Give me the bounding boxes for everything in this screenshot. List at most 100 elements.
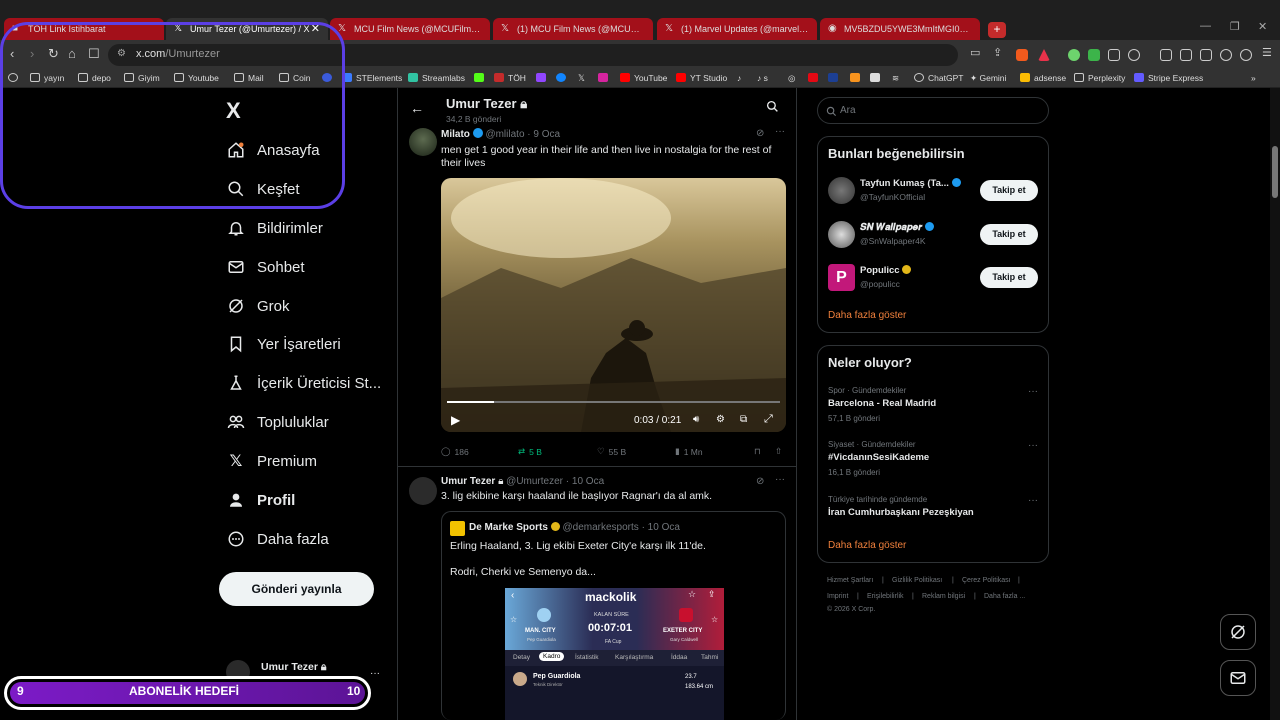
post-button[interactable]: Gönderi yayınla bbox=[219, 572, 374, 606]
bookmark-yt-studio[interactable]: YT Studio bbox=[676, 73, 727, 83]
bookmark-stelements[interactable]: STElements bbox=[342, 73, 402, 83]
sidebar-item-grok[interactable]: Grok bbox=[227, 291, 290, 321]
views-button[interactable]: ▮ 1 Mn bbox=[675, 446, 703, 457]
bookmark-disney[interactable] bbox=[828, 73, 842, 83]
messages-button[interactable] bbox=[1220, 660, 1256, 696]
sidebar-item-messages[interactable]: Sohbet bbox=[227, 252, 305, 282]
avatar[interactable] bbox=[828, 221, 855, 248]
avatar[interactable] bbox=[409, 477, 437, 505]
bookmark-youtube[interactable]: YouTube bbox=[620, 73, 667, 83]
bookmark-streamlabs[interactable]: Streamlabs bbox=[408, 73, 465, 83]
more-icon[interactable]: ··· bbox=[1028, 495, 1038, 506]
follow-button[interactable]: Takip et bbox=[980, 224, 1038, 245]
brave-shield-icon[interactable] bbox=[1016, 49, 1028, 61]
share-icon[interactable]: ⇧ bbox=[775, 446, 782, 457]
trend-item[interactable]: İran Cumhurbaşkanı Pezeşkiyan bbox=[828, 507, 974, 518]
bookmark-stripe[interactable]: Stripe Express bbox=[1134, 73, 1203, 83]
trend-item[interactable]: #VicdanınSesiKademe bbox=[828, 452, 929, 463]
show-more-link[interactable]: Daha fazla göster bbox=[828, 310, 906, 321]
bookmark-tiktok-2[interactable]: ♪ s bbox=[757, 73, 768, 83]
grok-icon[interactable]: ⊘ bbox=[756, 128, 764, 139]
bookmark-twitch[interactable] bbox=[536, 73, 550, 83]
settings-icon[interactable]: ⚙ bbox=[716, 414, 725, 425]
volume-icon[interactable]: 🔊︎ bbox=[693, 414, 699, 425]
avatar[interactable] bbox=[828, 177, 855, 204]
tweet-author[interactable]: Umur Tezer 🔒︎ @Umurtezer · 10 Oca bbox=[441, 476, 604, 487]
play-icon[interactable]: ▶ bbox=[451, 413, 460, 427]
more-icon[interactable]: ··· bbox=[775, 474, 785, 485]
new-tab-button[interactable]: + bbox=[988, 22, 1006, 38]
bookmark-kick[interactable] bbox=[474, 73, 488, 83]
more-icon[interactable]: ··· bbox=[1028, 440, 1038, 451]
sidebar-item-notifications[interactable]: Bildirimler bbox=[227, 213, 323, 243]
leo-icon[interactable] bbox=[1220, 49, 1232, 61]
page-scrollbar[interactable] bbox=[1270, 88, 1280, 720]
bookmark-adsense[interactable]: adsense bbox=[1020, 73, 1066, 83]
suggestion-name[interactable]: Populicc bbox=[860, 265, 912, 276]
trend-item[interactable]: Barcelona - Real Madrid bbox=[828, 398, 936, 409]
search-input[interactable]: Ara bbox=[817, 97, 1049, 124]
bookmark-gemini[interactable]: ✦ Gemini bbox=[970, 73, 1006, 84]
minimize-icon[interactable]: — bbox=[1200, 20, 1211, 32]
sidebar-item-communities[interactable]: Topluluklar bbox=[227, 407, 329, 437]
tab-marvel[interactable]: 𝕏 (1) Marvel Updates (@marvel_updat bbox=[657, 18, 817, 40]
pip-icon[interactable]: ⧉ bbox=[740, 414, 747, 425]
sidebar-item-creator-studio[interactable]: İçerik Üreticisi St... bbox=[227, 368, 381, 398]
bookmark-chatgpt[interactable]: ChatGPT bbox=[914, 73, 963, 83]
sidebar-item-premium[interactable]: 𝕏 Premium bbox=[227, 446, 317, 476]
suggestion-name[interactable]: Tayfun Kumaş (Ta... bbox=[860, 178, 961, 189]
extension-icon[interactable] bbox=[1128, 49, 1140, 61]
wallet-icon[interactable] bbox=[1200, 49, 1212, 61]
close-window-icon[interactable]: ✕ bbox=[1258, 20, 1267, 33]
back-arrow-icon[interactable]: ← bbox=[410, 100, 424, 116]
vpn-icon[interactable] bbox=[1240, 49, 1252, 61]
extension-icon[interactable] bbox=[1108, 49, 1120, 61]
music-icon[interactable] bbox=[1160, 49, 1172, 61]
avatar[interactable] bbox=[409, 128, 437, 156]
cast-icon[interactable]: ▭ bbox=[970, 46, 980, 59]
brave-rewards-icon[interactable] bbox=[1038, 49, 1050, 61]
bookmark-perplexity[interactable]: Perplexity bbox=[1074, 73, 1125, 83]
quoted-tweet[interactable]: De Marke Sports @demarkesports · 10 Oca … bbox=[441, 511, 786, 720]
search-icon[interactable] bbox=[766, 100, 779, 118]
fullscreen-icon[interactable]: ⤢ bbox=[764, 413, 773, 426]
bookmark-bluesky[interactable] bbox=[556, 73, 570, 83]
sidebar-item-more[interactable]: Daha fazla bbox=[227, 524, 329, 554]
more-icon[interactable]: ··· bbox=[775, 126, 785, 137]
account-switcher[interactable]: Umur Tezer 🔒︎ bbox=[261, 661, 327, 674]
tab-image[interactable]: ◉ MV5BZDU5YWE3MmItMGI0Ny00M bbox=[820, 18, 980, 40]
tab-mcu-2[interactable]: 𝕏 (1) MCU Film News (@MCUFilmNew bbox=[493, 18, 653, 40]
show-more-link[interactable]: Daha fazla göster bbox=[828, 540, 906, 551]
follow-button[interactable]: Takip et bbox=[980, 180, 1038, 201]
repost-button[interactable]: ⇄ 5 B bbox=[518, 446, 542, 457]
account-more-icon[interactable]: ··· bbox=[370, 668, 380, 679]
bookmark-icon[interactable]: ⊓ bbox=[754, 446, 761, 457]
more-icon[interactable]: ··· bbox=[1028, 386, 1038, 397]
suggestion-name[interactable]: 𝑺𝑵 𝑾𝒂𝒍𝒍𝒑𝒂𝒑𝒆𝒓 bbox=[860, 222, 934, 233]
extension-icon[interactable] bbox=[1088, 49, 1100, 61]
avatar[interactable]: P bbox=[828, 264, 855, 291]
bookmark-tiktok[interactable]: ♪ bbox=[737, 73, 741, 83]
extension-icon[interactable] bbox=[1068, 49, 1080, 61]
bookmark-amazon[interactable] bbox=[870, 73, 884, 83]
share-icon[interactable]: ⇪ bbox=[993, 46, 1002, 59]
bookmark-x[interactable]: 𝕏 bbox=[578, 73, 585, 84]
bookmark-instagram[interactable] bbox=[598, 73, 612, 83]
bookmark-threads[interactable]: ◎ bbox=[788, 73, 795, 84]
menu-icon[interactable]: ☰ bbox=[1262, 46, 1272, 59]
grok-icon[interactable]: ⊘ bbox=[756, 476, 764, 487]
bookmarks-overflow-icon[interactable]: » bbox=[1251, 73, 1256, 83]
reply-button[interactable]: ◯ 186 bbox=[441, 446, 469, 457]
tweet-author[interactable]: Milato @mlilato · 9 Oca bbox=[441, 128, 560, 140]
follow-button[interactable]: Takip et bbox=[980, 267, 1038, 288]
sidebar-item-bookmarks[interactable]: Yer İşaretleri bbox=[227, 329, 341, 359]
sidebar-icon[interactable] bbox=[1180, 49, 1192, 61]
like-button[interactable]: ♡ 55 B bbox=[597, 446, 626, 457]
tab-mcu-1[interactable]: 𝕏 MCU Film News (@MCUFilmNews) / bbox=[330, 18, 490, 40]
sidebar-item-profile[interactable]: Profil bbox=[227, 485, 295, 515]
grok-button[interactable] bbox=[1220, 614, 1256, 650]
tweet-video[interactable]: ▶ 0:03 / 0:21 🔊︎ ⚙ ⧉ ⤢ bbox=[441, 178, 786, 432]
bookmark-exxen[interactable] bbox=[850, 73, 864, 83]
restore-icon[interactable]: ❐ bbox=[1230, 20, 1240, 33]
bookmark-toh[interactable]: TÖH bbox=[494, 73, 526, 83]
